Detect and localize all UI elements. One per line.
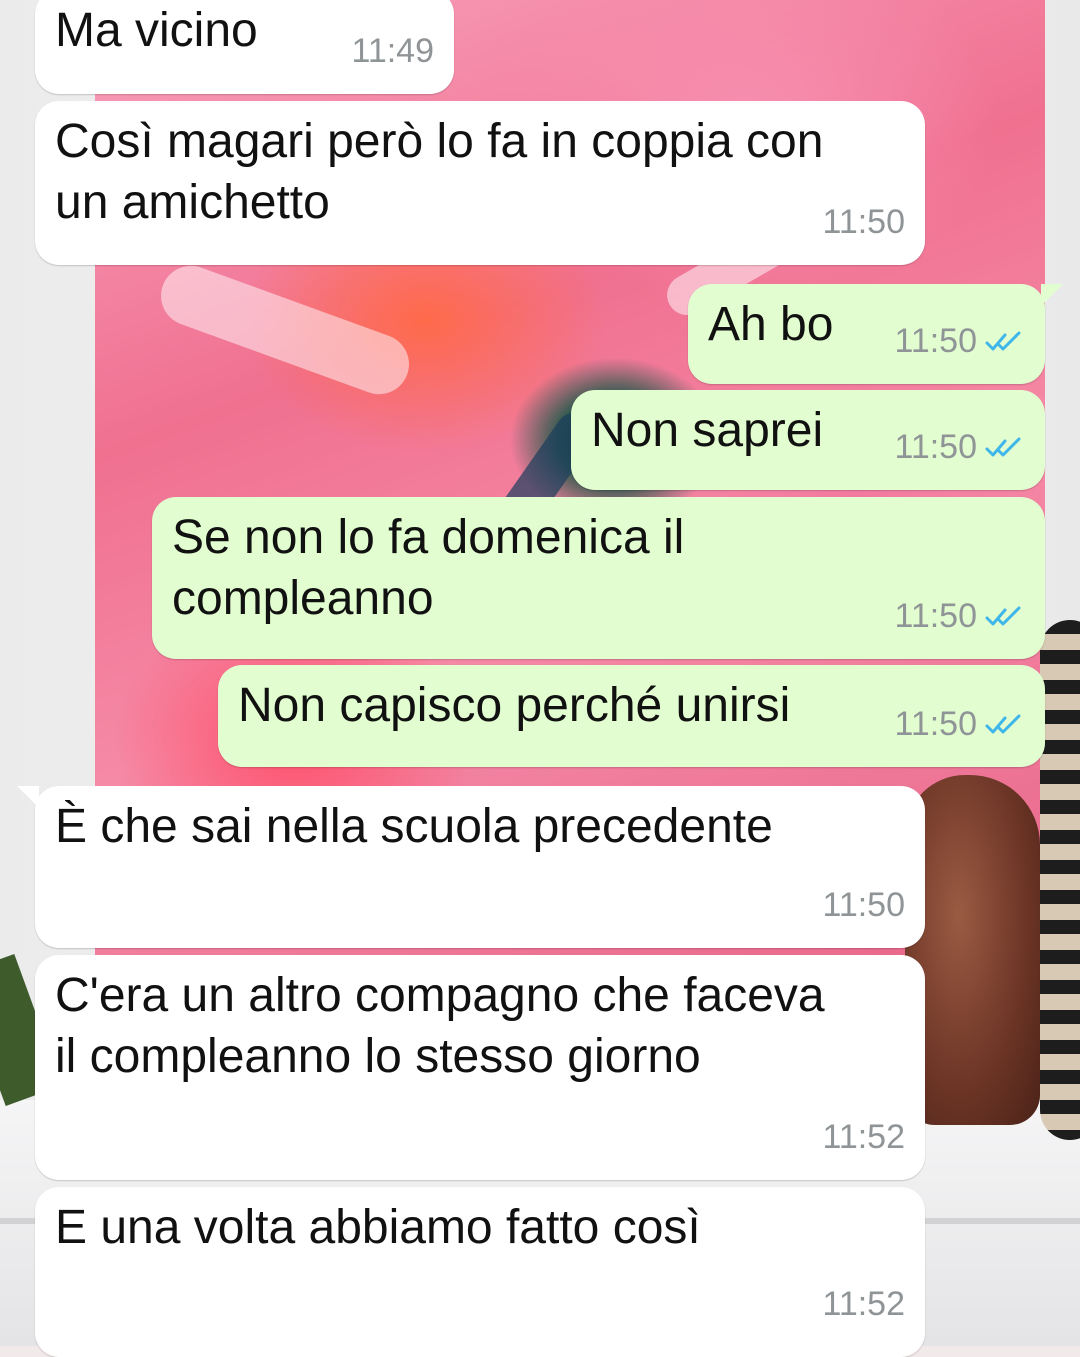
message-time: 11:52 xyxy=(822,1285,905,1323)
message-list[interactable]: Ma vicino 11:49 Così magari però lo fa i… xyxy=(0,0,1080,1357)
message-meta: 11:50 xyxy=(894,311,1025,372)
read-ticks-icon xyxy=(985,714,1021,733)
message-time: 11:50 xyxy=(894,322,977,360)
message-bubble-incoming[interactable]: Così magari però lo fa in coppia con un … xyxy=(35,101,925,265)
message-time: 11:49 xyxy=(351,32,434,70)
message-bubble-outgoing[interactable]: Non capisco perché unirsi 11:50 xyxy=(218,665,1045,767)
message-time: 11:50 xyxy=(894,705,977,743)
read-ticks-icon xyxy=(985,606,1021,625)
message-meta: 11:50 xyxy=(894,694,1025,755)
message-time: 11:50 xyxy=(822,886,905,924)
message-text: E una volta abbiamo fatto così xyxy=(55,1201,701,1254)
message-bubble-incoming[interactable]: C'era un altro compagno che faceva il co… xyxy=(35,955,925,1180)
message-bubble-outgoing[interactable]: Non saprei 11:50 xyxy=(571,390,1045,490)
message-meta: 11:50 xyxy=(822,192,905,253)
read-ticks-icon xyxy=(985,331,1021,350)
message-bubble-incoming[interactable]: E una volta abbiamo fatto così 11:52 xyxy=(35,1187,925,1357)
message-time: 11:50 xyxy=(894,597,977,635)
message-text: Così magari però lo fa in coppia con un … xyxy=(55,115,824,229)
message-bubble-incoming[interactable]: Ma vicino 11:49 xyxy=(35,0,454,94)
message-meta: 11:50 xyxy=(894,417,1025,478)
message-time: 11:50 xyxy=(894,428,977,466)
message-meta: 11:52 xyxy=(822,1274,905,1335)
message-meta: 11:50 xyxy=(822,875,905,936)
message-meta: 11:52 xyxy=(822,1107,905,1168)
message-meta: 11:49 xyxy=(351,21,434,82)
message-text: C'era un altro compagno che faceva il co… xyxy=(55,969,825,1083)
message-time: 11:50 xyxy=(822,203,905,241)
read-ticks-icon xyxy=(985,437,1021,456)
message-bubble-outgoing[interactable]: Ah bo 11:50 xyxy=(688,284,1063,384)
message-time: 11:52 xyxy=(822,1118,905,1156)
message-text: È che sai nella scuola precedente xyxy=(55,800,773,853)
message-bubble-incoming[interactable]: È che sai nella scuola precedente 11:50 xyxy=(17,786,925,948)
message-meta: 11:50 xyxy=(894,586,1025,647)
message-bubble-outgoing[interactable]: Se non lo fa domenica il compleanno 11:5… xyxy=(152,497,1045,659)
